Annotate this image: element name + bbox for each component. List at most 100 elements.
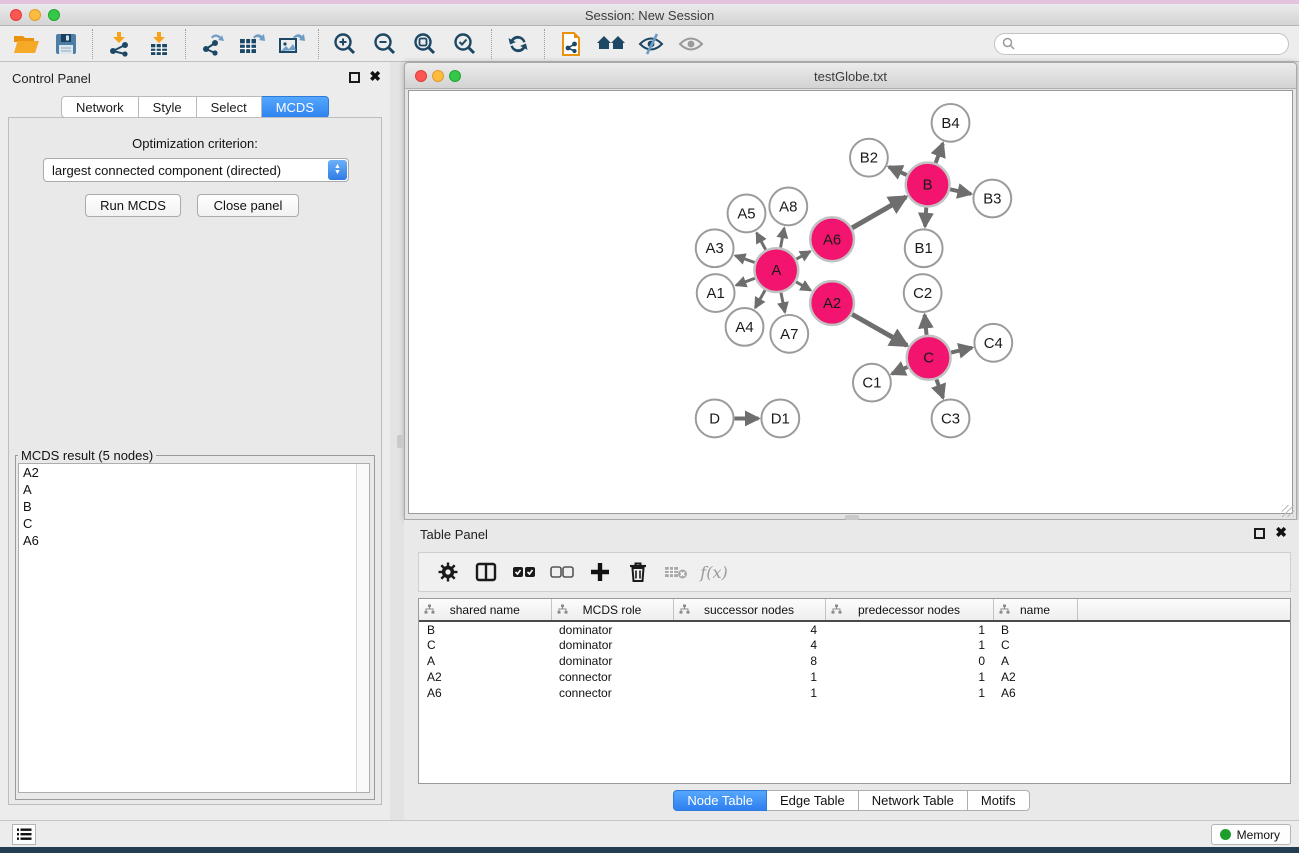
zoom-selected-icon[interactable] (445, 29, 485, 59)
deselect-all-icon[interactable] (543, 557, 581, 587)
node-C[interactable]: C (907, 336, 951, 380)
task-history-button[interactable] (12, 824, 36, 845)
edge-A-A5[interactable] (757, 233, 766, 250)
result-scrollbar[interactable] (356, 464, 369, 792)
search-input[interactable] (994, 33, 1289, 55)
node-C1[interactable]: C1 (853, 364, 891, 402)
show-visibility-icon[interactable] (671, 29, 711, 59)
table-row[interactable]: Cdominator41C (419, 637, 1290, 653)
result-item[interactable]: B (19, 498, 369, 515)
export-table-icon[interactable] (232, 29, 272, 59)
hide-visibility-icon[interactable] (631, 29, 671, 59)
tab-network-table[interactable]: Network Table (859, 790, 968, 811)
result-item[interactable]: A (19, 481, 369, 498)
tab-mcds[interactable]: MCDS (262, 96, 329, 118)
edge-C-C4[interactable] (951, 348, 972, 353)
run-mcds-button[interactable]: Run MCDS (85, 194, 181, 217)
float-panel-icon[interactable] (349, 72, 360, 83)
table-row[interactable]: Bdominator41B (419, 621, 1290, 637)
open-session-icon[interactable] (6, 29, 46, 59)
node-A8[interactable]: A8 (769, 188, 807, 226)
node-A7[interactable]: A7 (770, 315, 808, 353)
node-B2[interactable]: B2 (850, 139, 888, 177)
node-C4[interactable]: C4 (974, 324, 1012, 362)
node-A6[interactable]: A6 (810, 217, 854, 261)
network-graph[interactable]: B4B2BB3A5A8A6A3AB1A1C2A2A4A7C4CC1C3DD1 (409, 91, 1292, 513)
node-A3[interactable]: A3 (696, 229, 734, 267)
close-panel-button[interactable]: Close panel (197, 194, 299, 217)
edge-A-A6[interactable] (796, 251, 810, 259)
close-panel-icon[interactable]: ✖ (369, 69, 381, 83)
node-table[interactable]: shared nameMCDS rolesuccessor nodesprede… (418, 598, 1291, 784)
edge-A2-C[interactable] (852, 314, 907, 345)
save-session-icon[interactable] (46, 29, 86, 59)
edge-A-A7[interactable] (781, 293, 785, 313)
tab-edge-table[interactable]: Edge Table (767, 790, 859, 811)
tab-select[interactable]: Select (197, 96, 262, 118)
table-remove-icon[interactable] (657, 557, 695, 587)
export-image-icon[interactable] (272, 29, 312, 59)
result-item[interactable]: A2 (19, 464, 369, 481)
node-B1[interactable]: B1 (905, 229, 943, 267)
edge-B-B1[interactable] (925, 207, 926, 226)
edge-B-B4[interactable] (936, 143, 943, 163)
node-C3[interactable]: C3 (932, 400, 970, 438)
edge-A-A3[interactable] (735, 256, 755, 263)
edge-C-C3[interactable] (936, 379, 943, 398)
tab-motifs[interactable]: Motifs (968, 790, 1030, 811)
node-D1[interactable]: D1 (761, 400, 799, 438)
memory-button[interactable]: Memory (1211, 824, 1291, 845)
node-C2[interactable]: C2 (904, 274, 942, 312)
edge-A-A1[interactable] (736, 278, 755, 285)
network-canvas[interactable]: B4B2BB3A5A8A6A3AB1A1C2A2A4A7C4CC1C3DD1 (408, 90, 1293, 514)
resize-grip[interactable] (1282, 505, 1294, 517)
network-window-titlebar[interactable]: testGlobe.txt (405, 63, 1296, 89)
function-icon[interactable]: f(x) (695, 557, 733, 587)
home-icon[interactable] (591, 29, 631, 59)
mcds-result-list[interactable]: A2ABCA6 (18, 463, 370, 793)
table-row[interactable]: A2connector11A2 (419, 669, 1290, 685)
edge-A-A2[interactable] (796, 282, 811, 291)
node-A2[interactable]: A2 (810, 281, 854, 325)
node-A[interactable]: A (754, 248, 798, 292)
select-all-icon[interactable] (505, 557, 543, 587)
node-B4[interactable]: B4 (932, 104, 970, 142)
export-network-icon[interactable] (192, 29, 232, 59)
zoom-out-icon[interactable] (365, 29, 405, 59)
column-header[interactable]: predecessor nodes (825, 599, 993, 621)
copy-network-icon[interactable] (551, 29, 591, 59)
edge-B-B3[interactable] (950, 189, 971, 194)
edge-A-A4[interactable] (755, 290, 765, 308)
import-network-icon[interactable] (99, 29, 139, 59)
edge-A6-B[interactable] (852, 197, 906, 228)
column-header[interactable]: MCDS role (551, 599, 673, 621)
close-table-panel-icon[interactable]: ✖ (1275, 525, 1287, 539)
refresh-icon[interactable] (498, 29, 538, 59)
node-B3[interactable]: B3 (973, 180, 1011, 218)
table-row[interactable]: Adominator80A (419, 653, 1290, 669)
node-D[interactable]: D (696, 400, 734, 438)
gear-icon[interactable] (429, 557, 467, 587)
zoom-in-icon[interactable] (325, 29, 365, 59)
edge-C-C2[interactable] (925, 315, 927, 335)
vertical-scrollbar-thumb[interactable] (397, 435, 403, 448)
tab-network[interactable]: Network (61, 96, 139, 118)
node-A1[interactable]: A1 (697, 274, 735, 312)
import-table-icon[interactable] (139, 29, 179, 59)
edge-C-C1[interactable] (892, 367, 908, 374)
columns-icon[interactable] (467, 557, 505, 587)
table-row[interactable]: A6connector11A6 (419, 685, 1290, 701)
node-A5[interactable]: A5 (728, 195, 766, 233)
result-item[interactable]: C (19, 515, 369, 532)
add-icon[interactable] (581, 557, 619, 587)
result-item[interactable]: A6 (19, 532, 369, 549)
delete-icon[interactable] (619, 557, 657, 587)
tab-node-table[interactable]: Node Table (673, 790, 767, 811)
optimization-criterion-select[interactable]: largest connected component (directed) ▲… (43, 158, 349, 182)
edge-B-B2[interactable] (889, 167, 907, 175)
column-header[interactable]: shared name (419, 599, 551, 621)
node-B[interactable]: B (906, 163, 950, 207)
column-header[interactable]: successor nodes (673, 599, 825, 621)
float-table-panel-icon[interactable] (1254, 528, 1265, 539)
column-header[interactable]: name (993, 599, 1077, 621)
